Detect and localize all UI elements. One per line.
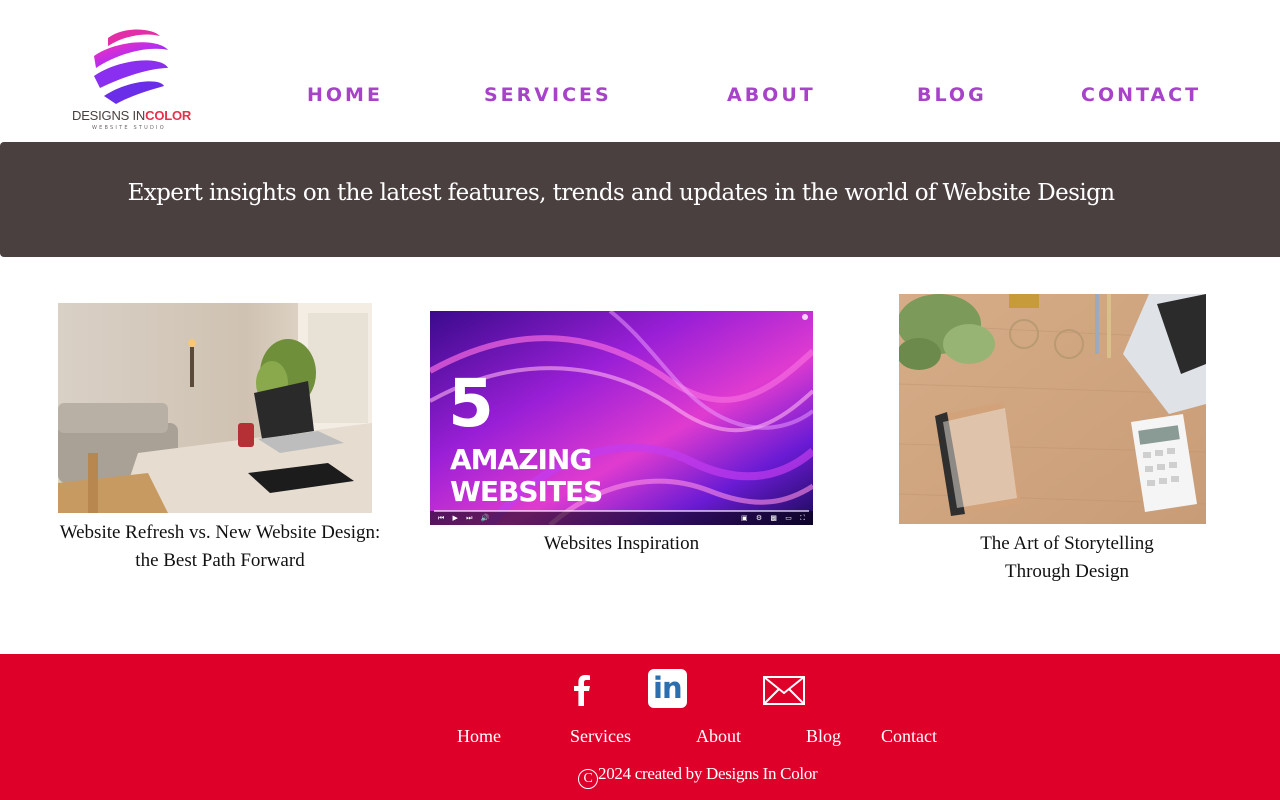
post-video-websites-inspiration[interactable]: 5 AMAZING WEBSITES ⏮ ▶ ⏭ 🔊 ▣ ⚙ ▩ ▭ ⛶	[430, 311, 813, 525]
footer-link-about[interactable]: About	[696, 726, 741, 747]
linkedin-link[interactable]: in	[648, 669, 687, 708]
logo-wordmark: DESIGNS INCOLOR	[72, 108, 192, 123]
facebook-icon	[574, 675, 590, 706]
post-image-website-refresh[interactable]	[58, 303, 372, 513]
post-title-storytelling[interactable]: The Art of Storytelling Through Design	[899, 530, 1235, 586]
email-link[interactable]	[762, 674, 806, 706]
nav-services[interactable]: SERVICES	[484, 84, 612, 106]
copyright-icon: C	[578, 769, 598, 789]
facebook-link[interactable]	[568, 672, 596, 706]
skip-back-icon[interactable]: ⏮	[438, 514, 444, 522]
nav-about[interactable]: ABOUT	[727, 84, 816, 106]
hero-banner: Expert insights on the latest features, …	[0, 142, 1280, 257]
post-title-website-refresh[interactable]: Website Refresh vs. New Website Design: …	[40, 519, 400, 575]
captions-icon[interactable]: ▣	[741, 514, 748, 522]
footer-link-blog[interactable]: Blog	[806, 726, 841, 747]
nav-blog[interactable]: BLOG	[917, 84, 987, 106]
copyright-text: 2024 created by Designs In Color	[598, 764, 818, 783]
thumbnail-line2: WEBSITES	[450, 475, 603, 508]
video-controls-bar[interactable]: ⏮ ▶ ⏭ 🔊	[438, 514, 489, 523]
miniplayer-icon[interactable]: ▩	[770, 514, 777, 522]
nav-contact[interactable]: CONTACT	[1081, 84, 1201, 106]
skip-forward-icon[interactable]: ⏭	[466, 514, 472, 522]
play-icon[interactable]: ▶	[453, 514, 458, 522]
footer-link-services[interactable]: Services	[570, 726, 631, 747]
wooden-desk-flatlay-photo	[899, 294, 1206, 524]
banner-tagline: Expert insights on the latest features, …	[127, 180, 1115, 206]
desk-laptop-photo	[58, 303, 372, 513]
linkedin-icon: in	[648, 669, 687, 708]
post-title-websites-inspiration[interactable]: Websites Inspiration	[430, 530, 813, 558]
site-logo[interactable]: DESIGNS INCOLOR WEBSITE STUDIO	[72, 24, 196, 134]
fullscreen-icon[interactable]: ⛶	[800, 514, 805, 522]
nav-home[interactable]: HOME	[307, 84, 383, 106]
video-settings-controls[interactable]: ▣ ⚙ ▩ ▭ ⛶	[741, 514, 805, 523]
theater-icon[interactable]: ▭	[785, 514, 792, 522]
email-icon	[763, 676, 805, 705]
thumbnail-number: 5	[448, 365, 494, 442]
settings-icon[interactable]: ⚙	[756, 514, 762, 522]
footer-link-home[interactable]: Home	[457, 726, 501, 747]
copyright-notice: C 2024 created by Designs In Color	[578, 764, 818, 789]
logo-tagline: WEBSITE STUDIO	[92, 125, 166, 131]
striped-globe-icon	[94, 29, 168, 104]
post-image-storytelling[interactable]	[899, 294, 1206, 524]
footer-link-contact[interactable]: Contact	[881, 726, 937, 747]
volume-icon[interactable]: 🔊	[481, 514, 490, 522]
thumbnail-line1: AMAZING	[450, 443, 592, 476]
site-footer: in Home Services About Blog Contact C 202…	[0, 654, 1280, 800]
